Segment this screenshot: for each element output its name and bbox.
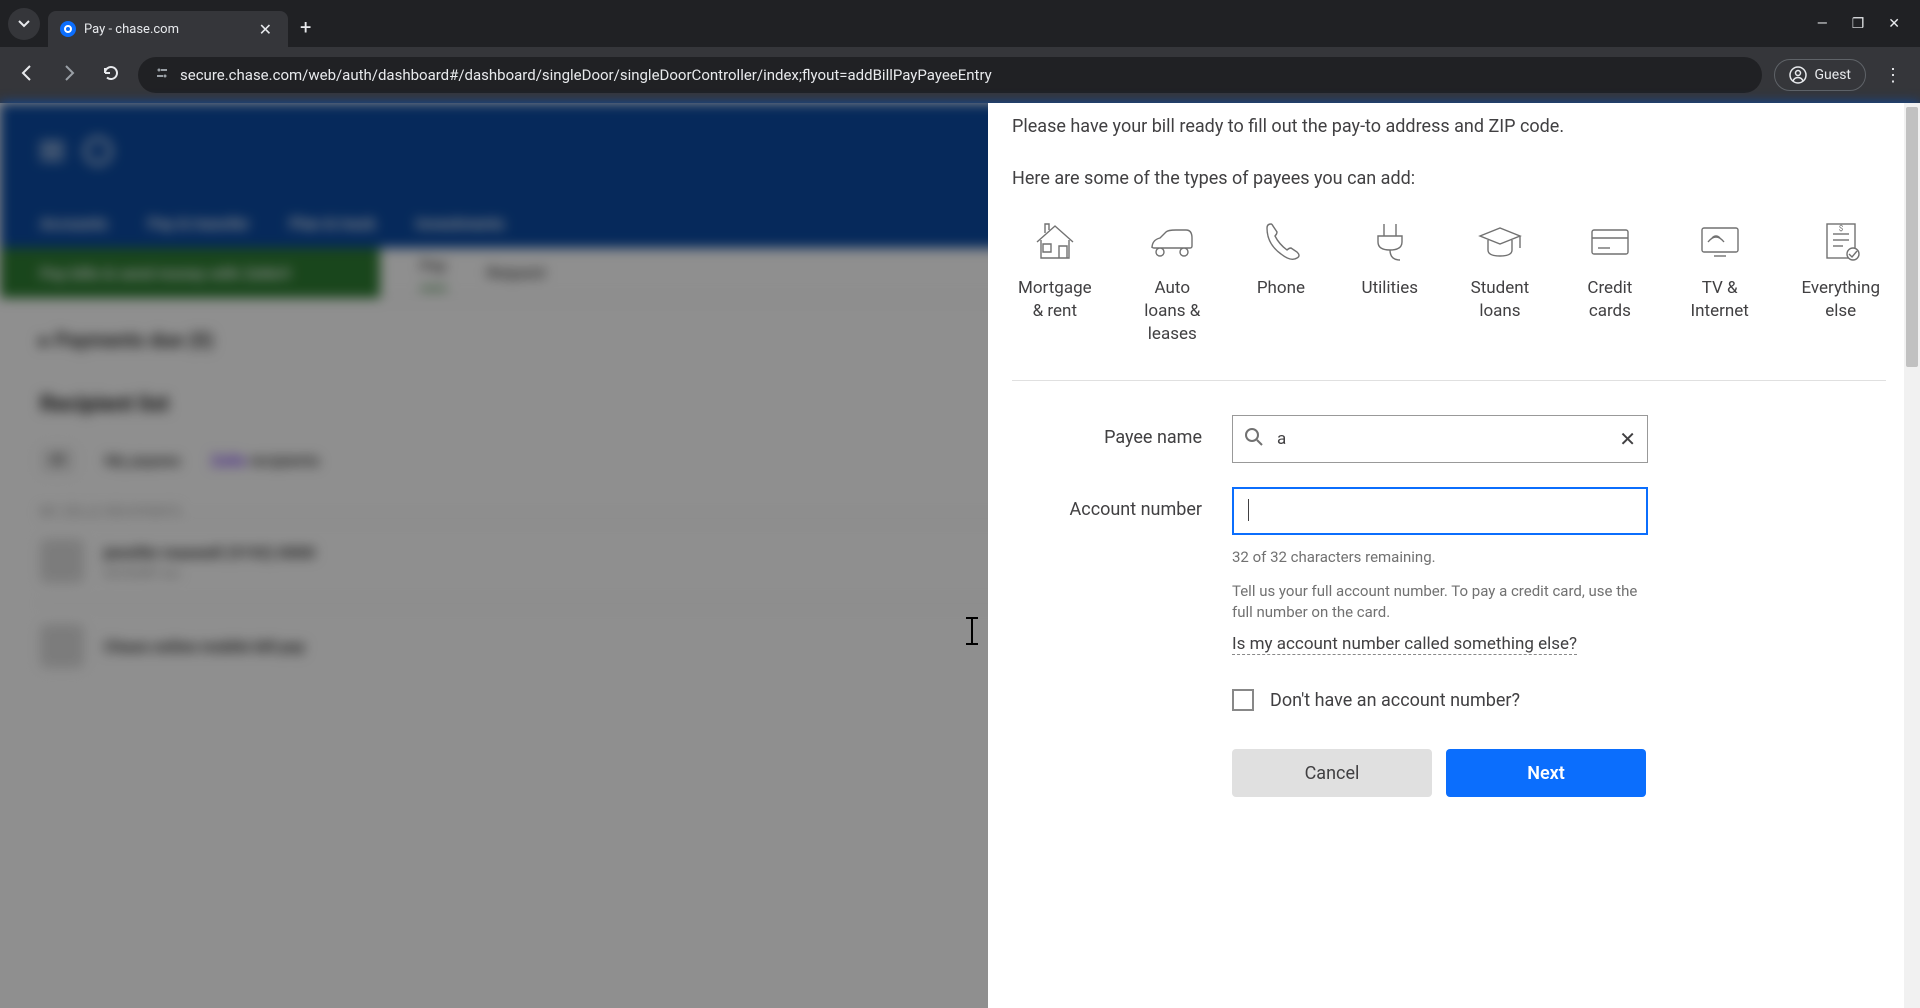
payee-type-mortgage[interactable]: Mortgage& rent: [1018, 217, 1092, 346]
account-help-link[interactable]: Is my account number called something el…: [1232, 634, 1577, 655]
url-text: secure.chase.com/web/auth/dashboard#/das…: [180, 66, 992, 84]
no-account-checkbox[interactable]: [1232, 689, 1254, 711]
credit-card-icon: [1582, 217, 1638, 265]
add-payee-flyout: Please have your bill ready to fill out …: [988, 103, 1910, 1008]
scrollbar[interactable]: [1904, 103, 1920, 1008]
new-tab-button[interactable]: +: [288, 15, 323, 39]
text-caret: [1248, 499, 1249, 521]
payee-type-auto[interactable]: Autoloans &leases: [1144, 217, 1200, 346]
no-account-label: Don't have an account number?: [1270, 690, 1520, 711]
profile-button[interactable]: Guest: [1774, 59, 1866, 91]
payee-type-label: TV &Internet: [1691, 277, 1749, 323]
payee-type-label: Creditcards: [1587, 277, 1632, 323]
search-icon: [1244, 427, 1264, 451]
cancel-button[interactable]: Cancel: [1232, 749, 1432, 797]
scrollbar-thumb[interactable]: [1906, 107, 1918, 367]
tv-icon: [1692, 217, 1748, 265]
account-number-input[interactable]: [1232, 487, 1648, 535]
clear-input-icon[interactable]: ✕: [1619, 427, 1636, 451]
phone-icon: [1253, 217, 1309, 265]
payee-type-utilities[interactable]: Utilities: [1362, 217, 1418, 346]
close-window-icon[interactable]: ✕: [1888, 16, 1900, 32]
intro-text-2: Here are some of the types of payees you…: [1012, 168, 1886, 189]
reload-button[interactable]: [96, 58, 126, 93]
site-settings-icon[interactable]: [154, 65, 170, 85]
back-button[interactable]: [12, 58, 42, 93]
minimize-icon[interactable]: —: [1817, 16, 1828, 32]
payee-type-label: Everythingelse: [1801, 277, 1880, 323]
tab-search-dropdown[interactable]: [8, 8, 40, 40]
payee-type-label: Utilities: [1362, 277, 1418, 300]
payee-name-input[interactable]: [1232, 415, 1648, 463]
payee-type-student[interactable]: Studentloans: [1471, 217, 1530, 346]
chase-favicon: [60, 21, 76, 37]
payee-name-label: Payee name: [1012, 415, 1232, 448]
grad-cap-icon: [1472, 217, 1528, 265]
next-button[interactable]: Next: [1446, 749, 1646, 797]
payee-type-everything[interactable]: $ Everythingelse: [1801, 217, 1880, 346]
payee-type-label: Autoloans &leases: [1144, 277, 1200, 346]
plug-icon: [1362, 217, 1418, 265]
payee-type-label: Studentloans: [1471, 277, 1530, 323]
intro-text-1: Please have your bill ready to fill out …: [1012, 103, 1886, 140]
house-icon: [1027, 217, 1083, 265]
profile-label: Guest: [1815, 67, 1851, 83]
payee-type-tv[interactable]: TV &Internet: [1691, 217, 1749, 346]
svg-text:$: $: [1838, 224, 1843, 233]
payee-type-row: Mortgage& rent Autoloans &leases Phone: [1012, 217, 1886, 381]
close-tab-icon[interactable]: ✕: [255, 18, 276, 41]
document-icon: $: [1813, 217, 1869, 265]
browser-menu-icon[interactable]: ⋮: [1878, 59, 1908, 92]
forward-button[interactable]: [54, 58, 84, 93]
payee-type-phone[interactable]: Phone: [1253, 217, 1309, 346]
browser-tab[interactable]: Pay - chase.com ✕: [48, 11, 288, 47]
tab-title: Pay - chase.com: [84, 22, 247, 37]
car-icon: [1144, 217, 1200, 265]
account-number-label: Account number: [1012, 487, 1232, 520]
payee-type-label: Phone: [1257, 277, 1305, 300]
char-counter: 32 of 32 characters remaining.: [1232, 547, 1648, 569]
payee-type-label: Mortgage& rent: [1018, 277, 1092, 323]
address-bar[interactable]: secure.chase.com/web/auth/dashboard#/das…: [138, 57, 1762, 93]
account-helper-text: Tell us your full account number. To pay…: [1232, 581, 1648, 625]
maximize-icon[interactable]: ❐: [1852, 16, 1865, 32]
payee-type-credit[interactable]: Creditcards: [1582, 217, 1638, 346]
